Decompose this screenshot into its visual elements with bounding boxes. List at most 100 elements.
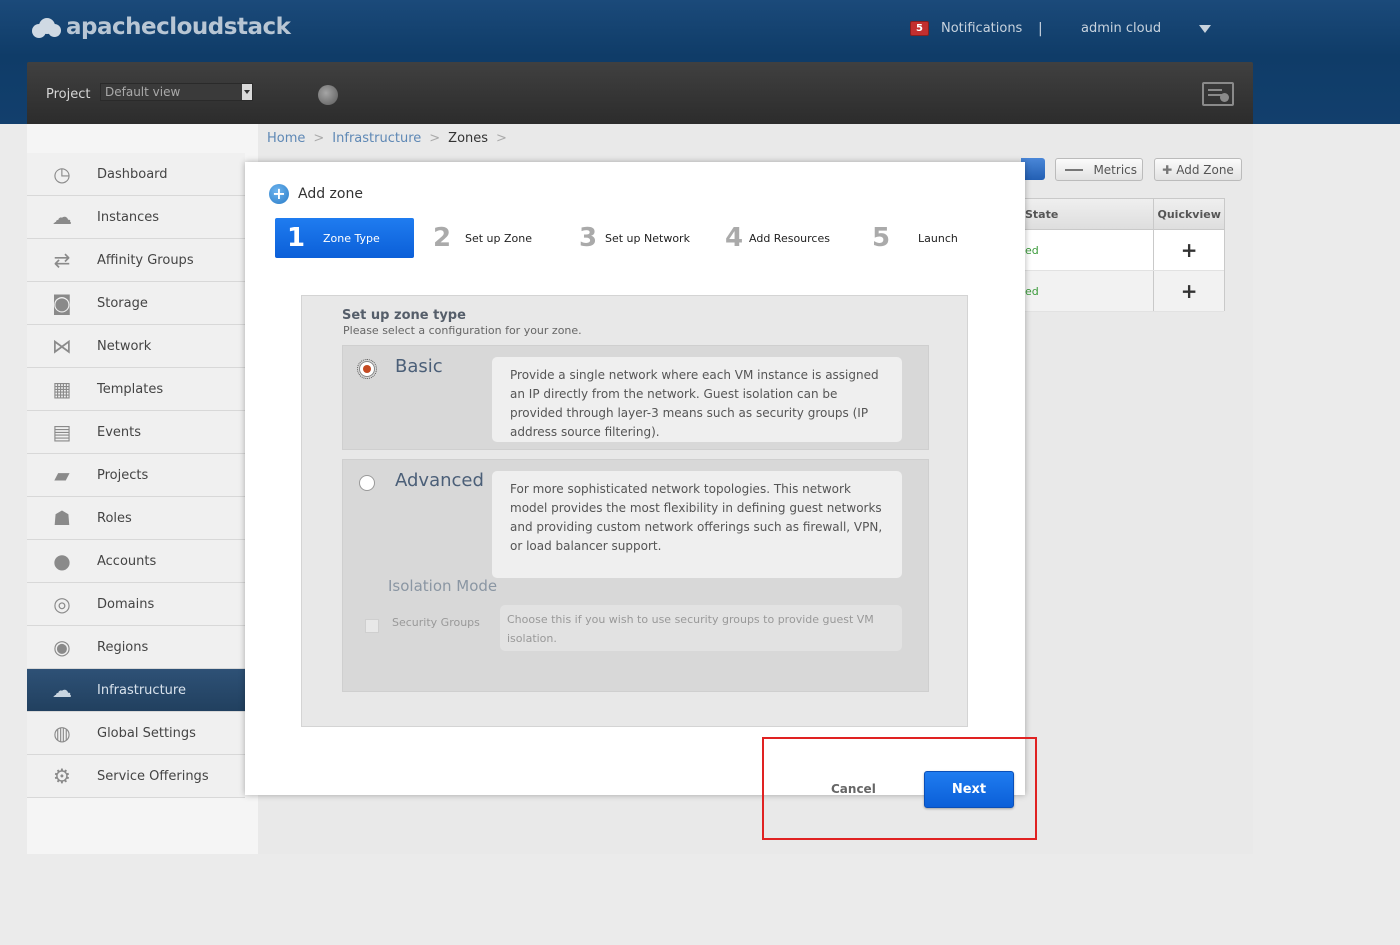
sidebar-item-label: Roles bbox=[97, 510, 132, 526]
zones-table: State Quickview ed + ed + bbox=[1024, 198, 1225, 312]
quickview-plus-icon[interactable]: + bbox=[1154, 230, 1224, 270]
step-number: 4 bbox=[725, 223, 744, 253]
sidebar-item-label: Global Settings bbox=[97, 725, 196, 741]
folder-icon: ▰ bbox=[54, 463, 70, 487]
certificate-icon[interactable] bbox=[1202, 82, 1234, 106]
project-bar: Project Default view bbox=[27, 62, 1253, 124]
breadcrumb-separator: > bbox=[496, 131, 507, 146]
sidebar-item-templates[interactable]: ▦ Templates bbox=[27, 368, 245, 411]
advanced-option-title: Advanced bbox=[395, 470, 484, 491]
step-zone-type: 1 Zone Type bbox=[275, 218, 414, 258]
network-icon: ⋈ bbox=[52, 334, 72, 358]
step-label: Set up Network bbox=[605, 231, 690, 245]
basic-radio[interactable] bbox=[357, 359, 377, 379]
globe-icon: ◉ bbox=[53, 635, 71, 659]
project-select-value: Default view bbox=[105, 85, 181, 99]
add-zone-label: Add Zone bbox=[1176, 162, 1234, 177]
sidebar-item-label: Events bbox=[97, 424, 142, 440]
breadcrumb-infrastructure[interactable]: Infrastructure bbox=[332, 131, 421, 146]
isolation-mode-title: Isolation Mode bbox=[388, 577, 498, 595]
sidebar-item-dashboard[interactable]: ◷ Dashboard bbox=[27, 153, 245, 196]
user-icon: ● bbox=[53, 549, 71, 573]
sidebar-item-domains[interactable]: ◎ Domains bbox=[27, 583, 245, 626]
zone-type-panel: Set up zone type Please select a configu… bbox=[301, 295, 968, 727]
sidebar-item-accounts[interactable]: ● Accounts bbox=[27, 540, 245, 583]
sidebar-item-label: Dashboard bbox=[97, 166, 168, 182]
sidebar-item-roles[interactable]: ☗ Roles bbox=[27, 497, 245, 540]
gear-icon: ⚙ bbox=[53, 764, 71, 788]
sidebar-item-label: Affinity Groups bbox=[97, 252, 194, 268]
step-set-up-network: 3 Set up Network bbox=[579, 218, 690, 258]
sidebar-item-label: Regions bbox=[97, 639, 149, 655]
project-select[interactable]: Default view bbox=[100, 83, 253, 101]
step-number: 5 bbox=[872, 223, 891, 253]
sidebar-item-label: Accounts bbox=[97, 553, 157, 569]
sidebar-item-label: Infrastructure bbox=[97, 682, 186, 698]
notification-count-badge: 5 bbox=[910, 21, 929, 36]
sidebar-item-instances[interactable]: ☁ Instances bbox=[27, 196, 245, 239]
column-header-state[interactable]: State bbox=[1025, 199, 1155, 229]
security-groups-checkbox[interactable] bbox=[365, 619, 379, 633]
dialog-title: + Add zone bbox=[269, 184, 363, 204]
step-set-up-zone: 2 Set up Zone bbox=[433, 218, 532, 258]
security-groups-label: Security Groups bbox=[392, 616, 480, 629]
quickview-plus-icon[interactable]: + bbox=[1154, 271, 1224, 311]
security-groups-description: Choose this if you wish to use security … bbox=[500, 605, 902, 651]
sidebar-item-storage[interactable]: ◙ Storage bbox=[27, 282, 245, 325]
templates-icon: ▦ bbox=[52, 377, 72, 401]
step-label: Add Resources bbox=[749, 231, 830, 245]
option-basic[interactable]: Basic Provide a single network where eac… bbox=[342, 345, 929, 450]
table-row[interactable]: ed + bbox=[1025, 271, 1224, 312]
breadcrumb-separator: > bbox=[429, 131, 441, 146]
sidebar-item-network[interactable]: ⋈ Network bbox=[27, 325, 245, 368]
sidebar-item-infrastructure[interactable]: ☁ Infrastructure bbox=[27, 669, 245, 712]
sidebar-item-events[interactable]: ▤ Events bbox=[27, 411, 245, 454]
option-advanced[interactable]: Advanced For more sophisticated network … bbox=[342, 459, 929, 692]
breadcrumb: Home > Infrastructure > Zones > bbox=[267, 131, 507, 146]
sidebar-item-label: Network bbox=[97, 338, 152, 354]
user-menu[interactable]: admin cloud bbox=[1081, 21, 1161, 36]
sidebar-item-label: Instances bbox=[97, 209, 160, 225]
infrastructure-icon: ☁ bbox=[52, 678, 72, 702]
sidebar-item-global-settings[interactable]: ◍ Global Settings bbox=[27, 712, 245, 755]
sidebar-item-label: Service Offerings bbox=[97, 768, 209, 784]
notifications[interactable]: 5 Notifications bbox=[910, 21, 1022, 36]
breadcrumb-separator: > bbox=[313, 131, 325, 146]
calendar-icon: ▤ bbox=[52, 420, 72, 444]
sidebar-item-label: Projects bbox=[97, 467, 149, 483]
breadcrumb-home[interactable]: Home bbox=[267, 131, 305, 146]
sidebar-item-label: Domains bbox=[97, 596, 155, 612]
plus-icon: ✚ bbox=[1162, 162, 1173, 177]
domains-icon: ◎ bbox=[53, 592, 71, 616]
app-logo[interactable]: apachecloudstack bbox=[30, 10, 291, 44]
highlight-box bbox=[762, 737, 1037, 840]
settings-globe-icon: ◍ bbox=[53, 721, 71, 745]
chevron-down-icon[interactable] bbox=[1199, 25, 1211, 33]
table-header: State Quickview bbox=[1025, 199, 1224, 230]
breadcrumb-zones[interactable]: Zones bbox=[448, 131, 488, 146]
dashboard-icon: ◷ bbox=[53, 162, 71, 186]
select-arrow-icon bbox=[242, 84, 252, 100]
roles-icon: ☗ bbox=[53, 506, 71, 530]
metrics-button[interactable]: Metrics bbox=[1055, 158, 1143, 181]
state-cell: ed bbox=[1025, 271, 1155, 311]
advanced-radio[interactable] bbox=[359, 475, 375, 491]
step-number: 1 bbox=[287, 223, 306, 253]
section-title: Set up zone type bbox=[342, 308, 466, 323]
section-subtitle: Please select a configuration for your z… bbox=[343, 324, 582, 337]
step-number: 2 bbox=[433, 223, 452, 253]
step-number: 3 bbox=[579, 223, 598, 253]
sidebar-item-service-offerings[interactable]: ⚙ Service Offerings bbox=[27, 755, 245, 798]
sidebar-item-affinity-groups[interactable]: ⇄ Affinity Groups bbox=[27, 239, 245, 282]
step-launch: 5 Launch bbox=[872, 218, 958, 258]
add-zone-button[interactable]: ✚ Add Zone bbox=[1154, 158, 1242, 181]
globe-icon[interactable] bbox=[318, 85, 338, 105]
sidebar-item-projects[interactable]: ▰ Projects bbox=[27, 454, 245, 497]
dialog-title-text: Add zone bbox=[298, 186, 363, 202]
metrics-icon bbox=[1065, 169, 1083, 171]
step-label: Zone Type bbox=[323, 231, 380, 245]
basic-description: Provide a single network where each VM i… bbox=[492, 357, 902, 442]
sidebar-item-regions[interactable]: ◉ Regions bbox=[27, 626, 245, 669]
sidebar-item-label: Templates bbox=[97, 381, 164, 397]
table-row[interactable]: ed + bbox=[1025, 230, 1224, 271]
